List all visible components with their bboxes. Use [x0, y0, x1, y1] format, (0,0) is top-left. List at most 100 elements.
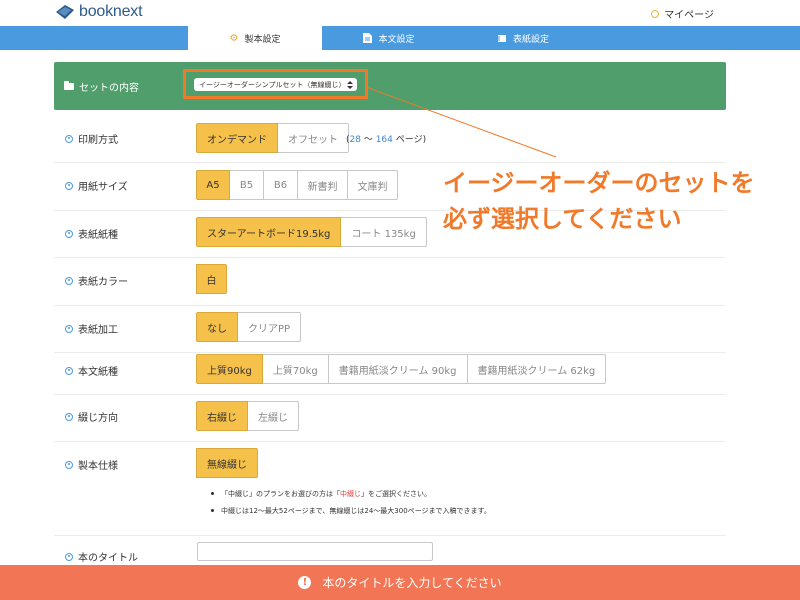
- logo-text: booknext: [79, 3, 143, 20]
- label-text: 表紙加工: [78, 325, 118, 336]
- label-text: 製本仕様: [78, 461, 118, 472]
- option-star-art-board[interactable]: スターアートボード19.5kg: [196, 217, 342, 247]
- book-logo-icon: [56, 5, 74, 19]
- row-label: 印刷方式: [65, 131, 118, 146]
- validation-alert-bar: ! 本のタイトルを入力してください: [0, 565, 800, 600]
- binding-spec-options: 無線綴じ: [196, 448, 258, 478]
- book-title-input[interactable]: [197, 542, 433, 561]
- circle-bullet-icon: [65, 229, 73, 238]
- folder-icon: [64, 81, 74, 90]
- page-unit: ページ): [392, 135, 427, 145]
- note-item: 中綴じは12〜最大52ページまで、無線綴じは24〜最大300ページまで入稿できま…: [211, 505, 491, 522]
- row-print-method: 印刷方式 オンデマンド オフセット (28 〜 164 ページ): [54, 115, 726, 163]
- page-max: 164: [375, 135, 393, 145]
- page-sep: 〜: [360, 135, 376, 145]
- note-text: 」をご選択ください。: [361, 490, 431, 498]
- set-label-text: セットの内容: [79, 83, 139, 94]
- app-header: booknext マイページ: [0, 0, 800, 26]
- circle-bullet-icon: [65, 412, 73, 421]
- circle-bullet-icon: [65, 552, 73, 561]
- page-range-note: (28 〜 164 ページ): [346, 132, 426, 145]
- circle-bullet-icon: [65, 276, 73, 285]
- circle-icon: [651, 9, 660, 18]
- binding-direction-options: 右綴じ 左綴じ: [196, 401, 299, 431]
- row-label: 表紙カラー: [65, 273, 128, 288]
- tab-label: 本文設定: [378, 34, 415, 45]
- set-selected-value: イージーオーダーシンプルセット（無線綴じ）: [199, 80, 346, 89]
- circle-bullet-icon: [65, 181, 73, 190]
- option-right-binding[interactable]: 右綴じ: [196, 401, 248, 431]
- option-b6[interactable]: B6: [264, 170, 298, 200]
- option-cream-62[interactable]: 書籍用紙淡クリーム 62kg: [467, 354, 607, 384]
- option-shinsho[interactable]: 新書判: [298, 170, 348, 200]
- option-a5[interactable]: A5: [196, 170, 230, 200]
- note-text: 「中綴じ」のプランをお選びの方は「: [221, 490, 340, 498]
- label-text: 印刷方式: [78, 135, 118, 146]
- alert-message: 本のタイトルを入力してください: [322, 576, 502, 590]
- option-none[interactable]: なし: [196, 312, 238, 342]
- body-paper-options: 上質90kg 上質70kg 書籍用紙淡クリーム 90kg 書籍用紙淡クリーム 6…: [196, 354, 607, 384]
- book-icon: [497, 34, 506, 42]
- gear-icon: ⚙: [229, 32, 239, 44]
- cover-paper-options: スターアートボード19.5kg コート 135kg: [196, 217, 427, 247]
- label-text: 綴じ方向: [78, 413, 118, 424]
- row-label: 製本仕様: [65, 457, 118, 472]
- paper-size-options: A5 B5 B6 新書判 文庫判: [196, 170, 398, 200]
- option-on-demand[interactable]: オンデマンド: [196, 123, 278, 153]
- row-label: 用紙サイズ: [65, 178, 128, 193]
- circle-bullet-icon: [65, 324, 73, 333]
- row-label: 本文紙種: [65, 363, 118, 378]
- document-icon: [363, 33, 373, 43]
- tab-label: 製本設定: [244, 34, 281, 45]
- instruction-annotation: イージーオーダーのセットを 必ず選択してください: [443, 165, 788, 237]
- option-cream-90[interactable]: 書籍用紙淡クリーム 90kg: [328, 354, 468, 384]
- cover-color-options: 白: [196, 264, 227, 294]
- annotation-line-1: イージーオーダーのセットを: [443, 169, 755, 197]
- tab-body-settings[interactable]: 本文設定: [322, 26, 456, 50]
- option-joshitsu-90[interactable]: 上質90kg: [196, 354, 263, 384]
- row-label: 表紙紙種: [65, 226, 118, 241]
- label-text: 表紙カラー: [78, 277, 128, 288]
- note-highlight: 中綴じ: [340, 490, 361, 498]
- label-text: 本文紙種: [78, 367, 118, 378]
- set-contents-label: セットの内容: [64, 79, 139, 94]
- updown-arrows-icon: [347, 80, 353, 89]
- tab-cover-settings[interactable]: 表紙設定: [456, 26, 590, 50]
- option-coat-135[interactable]: コート 135kg: [341, 217, 427, 247]
- set-select-dropdown[interactable]: イージーオーダーシンプルセット（無線綴じ）: [194, 78, 357, 91]
- circle-bullet-icon: [65, 134, 73, 143]
- mypage-label: マイページ: [664, 10, 714, 21]
- print-method-options: オンデマンド オフセット: [196, 123, 349, 153]
- option-left-binding[interactable]: 左綴じ: [248, 401, 299, 431]
- circle-bullet-icon: [65, 366, 73, 375]
- option-clear-pp[interactable]: クリアPP: [238, 312, 302, 342]
- booknext-logo[interactable]: booknext: [55, 3, 143, 21]
- option-offset[interactable]: オフセット: [278, 123, 349, 153]
- row-cover-color: 表紙カラー 白: [54, 258, 726, 306]
- tab-binding-settings[interactable]: ⚙ 製本設定: [188, 26, 322, 50]
- option-white[interactable]: 白: [196, 264, 227, 294]
- page-min: 28: [349, 135, 361, 145]
- option-joshitsu-70[interactable]: 上質70kg: [262, 354, 329, 384]
- circle-bullet-icon: [65, 460, 73, 469]
- tab-label: 表紙設定: [512, 34, 549, 45]
- settings-tabbar: ⚙ 製本設定 本文設定 表紙設定: [0, 26, 800, 50]
- annotation-line-2: 必ず選択してください: [443, 205, 682, 233]
- cover-finish-options: なし クリアPP: [196, 312, 302, 342]
- option-b5[interactable]: B5: [230, 170, 264, 200]
- option-perfect-binding[interactable]: 無線綴じ: [196, 448, 258, 478]
- warning-icon: !: [298, 576, 312, 589]
- book-title-label: 本のタイトル: [65, 549, 138, 564]
- binding-notes: 「中綴じ」のプランをお選びの方は「中綴じ」をご選択ください。 中綴じは12〜最大…: [211, 488, 491, 522]
- row-cover-finish: 表紙加工 なし クリアPP: [54, 306, 726, 353]
- note-item: 「中綴じ」のプランをお選びの方は「中綴じ」をご選択ください。: [211, 488, 491, 505]
- label-text: 用紙サイズ: [78, 182, 128, 193]
- set-contents-banner: セットの内容 イージーオーダーシンプルセット（無線綴じ）: [54, 62, 726, 110]
- row-label: 綴じ方向: [65, 409, 118, 424]
- row-body-paper: 本文紙種 上質90kg 上質70kg 書籍用紙淡クリーム 90kg 書籍用紙淡ク…: [54, 353, 726, 395]
- row-binding-direction: 綴じ方向 右綴じ 左綴じ: [54, 395, 726, 442]
- mypage-link[interactable]: マイページ: [651, 6, 714, 21]
- row-label: 表紙加工: [65, 321, 118, 336]
- option-bunko[interactable]: 文庫判: [348, 170, 398, 200]
- label-text: 本のタイトル: [78, 553, 138, 564]
